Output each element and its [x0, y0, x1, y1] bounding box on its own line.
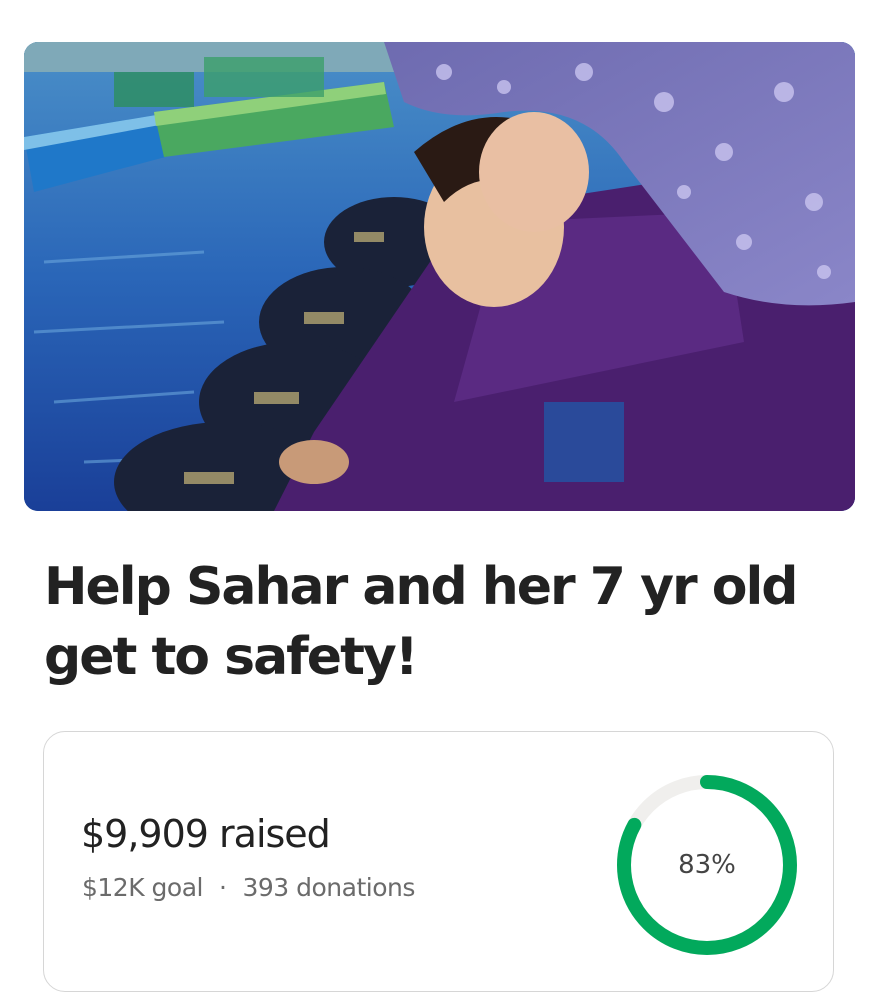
campaign-hero-image[interactable] [24, 42, 855, 511]
goal-amount: $12K goal [82, 873, 204, 902]
donation-count: 393 donations [242, 873, 415, 902]
donation-progress-card[interactable]: $9,909 raised $12K goal · 393 donations 83… [43, 731, 834, 992]
hero-photo-illustration [24, 42, 855, 511]
separator-dot: · [219, 873, 227, 902]
progress-percent: 83% [678, 850, 736, 880]
campaign-title[interactable]: Help Sahar and her 7 yr old get to safet… [44, 552, 844, 692]
amount-raised: $9,909 raised [81, 812, 331, 856]
progress-ring: 83% [610, 768, 804, 962]
goal-and-donations: $12K goal · 393 donations [82, 873, 415, 902]
